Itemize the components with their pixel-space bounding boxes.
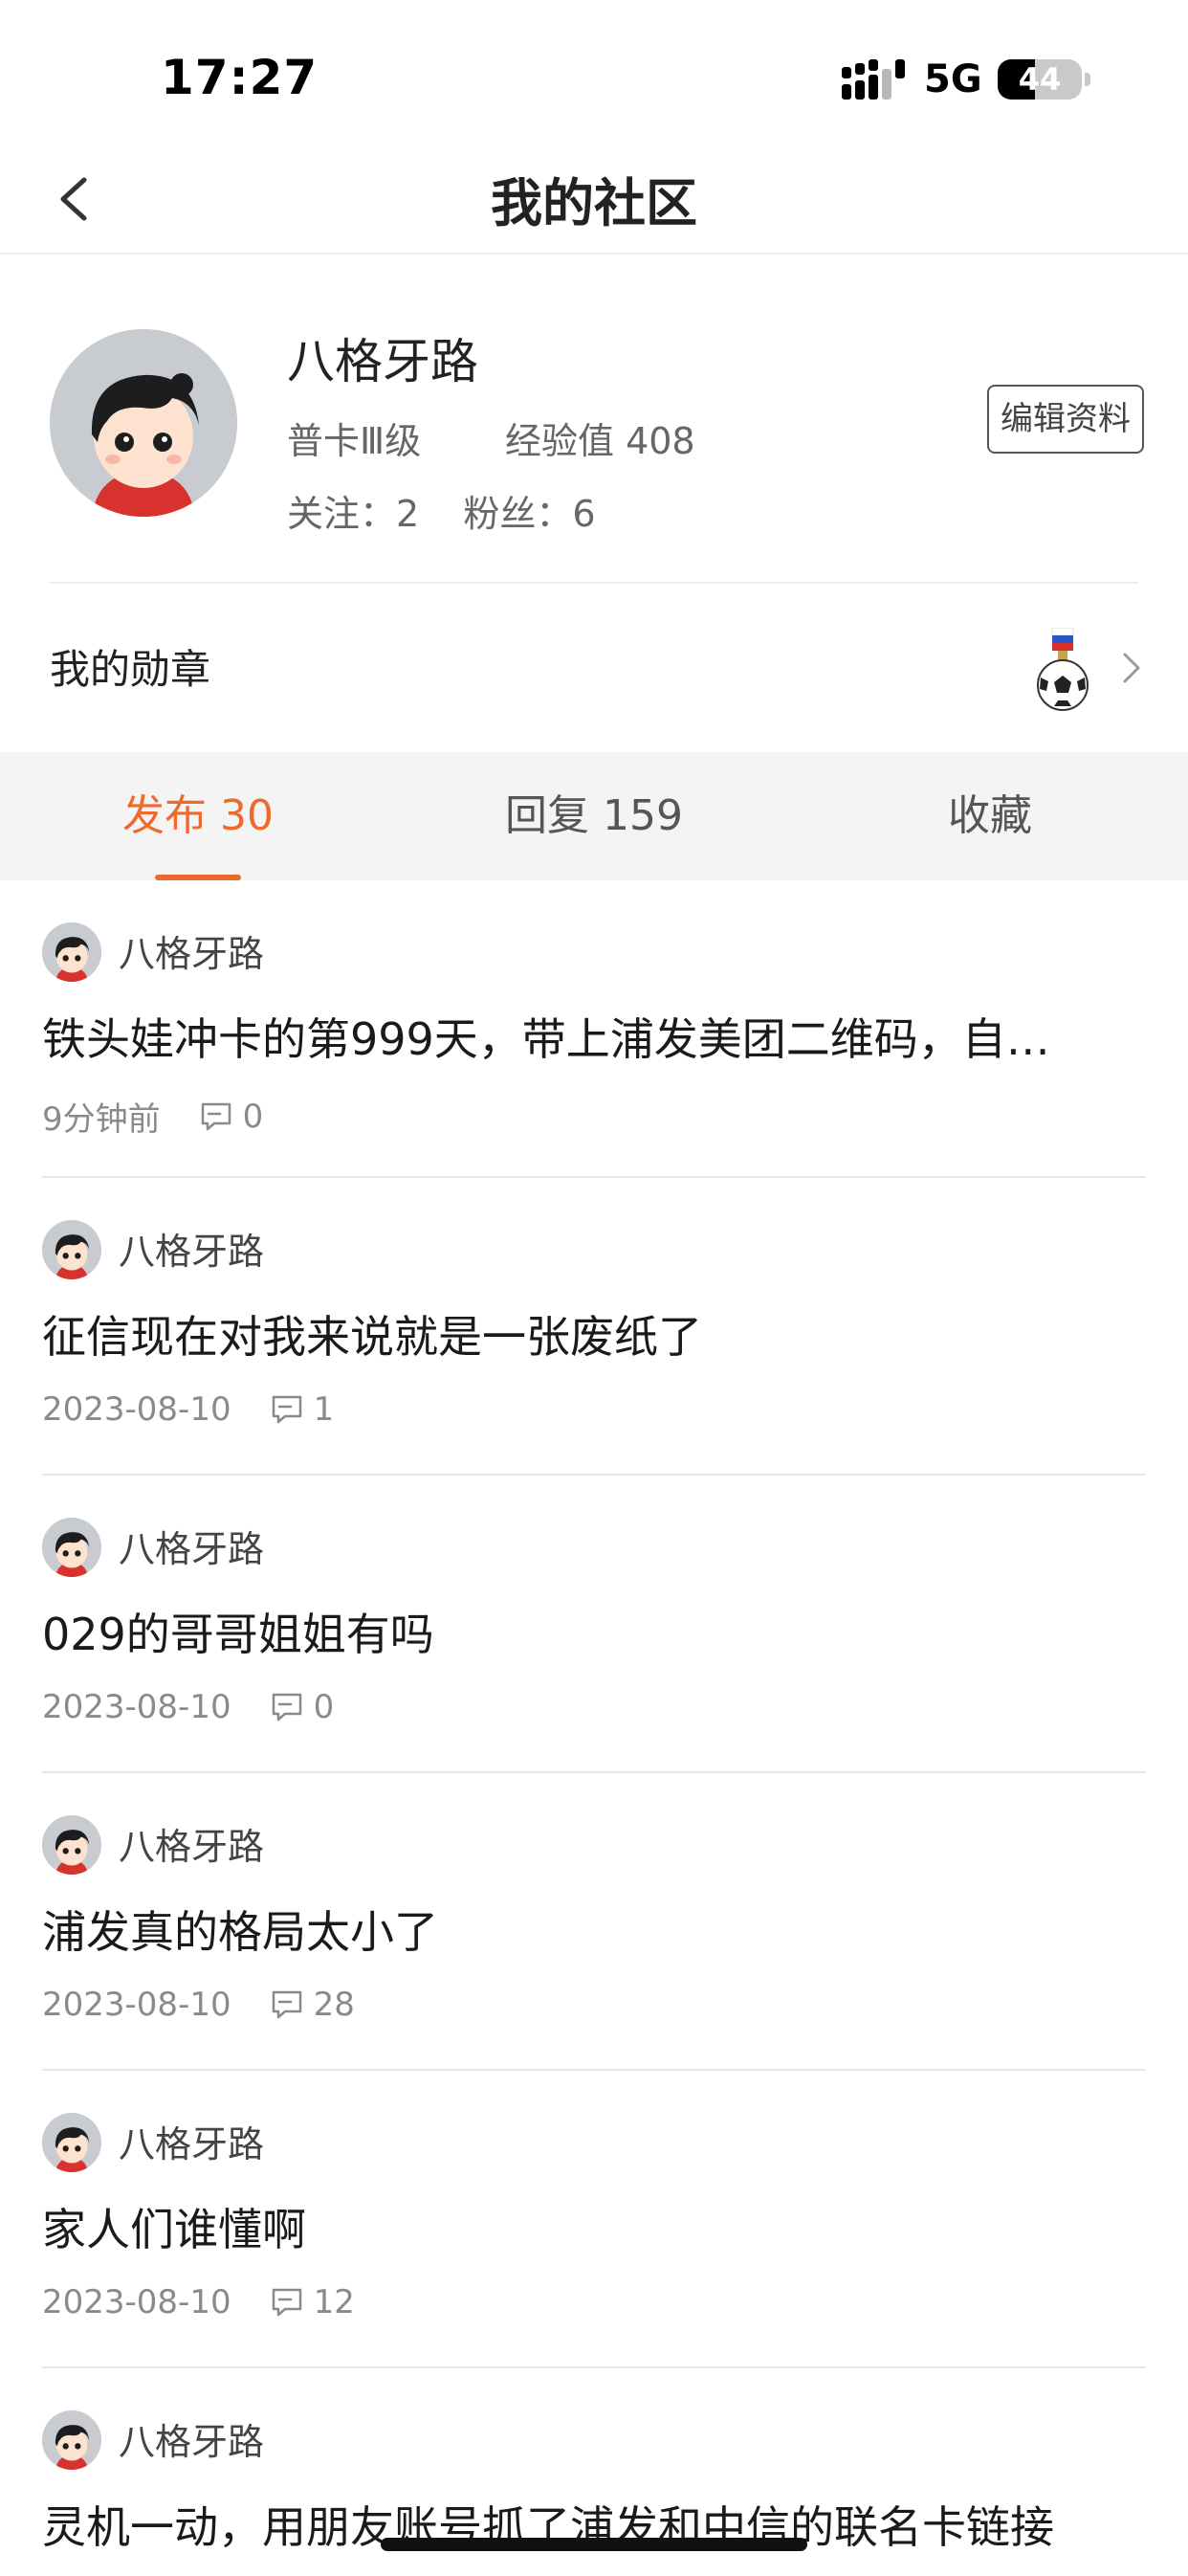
page-title: 我的社区 bbox=[491, 173, 697, 233]
list-item[interactable]: 八格牙路家人们谁懂啊 2023-08-10 12 bbox=[0, 2071, 1188, 2368]
avatar[interactable] bbox=[50, 329, 237, 517]
post-title[interactable]: 征信现在对我来说就是一张废纸了 bbox=[42, 1302, 1142, 1366]
status-bar: 17:27 5G 44 bbox=[0, 0, 1188, 144]
post-time: 2023-08-10 bbox=[42, 2283, 231, 2321]
avatar[interactable] bbox=[42, 1220, 101, 1279]
comment-icon bbox=[201, 1102, 231, 1130]
tab-bar: 发布 30 回复 159 收藏 bbox=[0, 752, 1188, 880]
post-title[interactable]: 家人们谁懂啊 bbox=[42, 2195, 1142, 2258]
avatar-face-icon bbox=[50, 329, 237, 517]
comment-count: 12 bbox=[313, 2283, 355, 2321]
battery-icon: 44 bbox=[998, 59, 1082, 100]
post-meta: 2023-08-10 1 bbox=[42, 1390, 334, 1429]
battery-percent: 44 bbox=[1018, 61, 1062, 98]
avatar-face-icon bbox=[42, 1518, 101, 1577]
post-author: 八格牙路 bbox=[119, 933, 265, 975]
post-author: 八格牙路 bbox=[119, 2123, 265, 2165]
avatar-face-icon bbox=[42, 1815, 101, 1875]
network-label: 5G bbox=[924, 57, 982, 101]
avatar[interactable] bbox=[42, 2410, 101, 2470]
list-item[interactable]: 八格牙路铁头娃冲卡的第999天，带上浦发美团二维码，自… 9分钟前 0 bbox=[0, 880, 1188, 1178]
profile-level: 普卡Ⅲ级 bbox=[287, 420, 422, 462]
tab-1[interactable]: 回复 159 bbox=[396, 752, 792, 880]
profile-name: 八格牙路 bbox=[287, 334, 478, 389]
comment-count: 1 bbox=[313, 1390, 335, 1429]
post-time: 2023-08-10 bbox=[42, 1390, 231, 1429]
comment-count: 0 bbox=[242, 1097, 264, 1136]
avatar[interactable] bbox=[42, 2113, 101, 2172]
profile-card: 八格牙路 普卡Ⅲ级 经验值 408 关注：2 粉丝：6 编辑资料 bbox=[0, 256, 1188, 584]
comment-count: 28 bbox=[313, 1986, 355, 2024]
post-title[interactable]: 浦发真的格局太小了 bbox=[42, 1898, 1142, 1961]
list-item[interactable]: 八格牙路征信现在对我来说就是一张废纸了 2023-08-10 1 bbox=[0, 1178, 1188, 1476]
avatar[interactable] bbox=[42, 1518, 101, 1577]
medals-label: 我的勋章 bbox=[50, 646, 211, 693]
post-author: 八格牙路 bbox=[119, 1528, 265, 1570]
post-list: 八格牙路 铁头娃冲卡的第999天，带上浦发美团二维码，自… 9分钟前 0 八格牙路 征信… bbox=[0, 880, 1188, 2576]
avatar[interactable] bbox=[42, 1815, 101, 1875]
post-time: 2023-08-10 bbox=[42, 1688, 231, 1726]
following-count[interactable]: 关注：2 bbox=[287, 484, 419, 537]
post-meta: 2023-08-10 28 bbox=[42, 1986, 355, 2024]
profile-experience: 经验值 408 bbox=[505, 420, 695, 462]
post-time: 9分钟前 bbox=[42, 1100, 161, 1139]
list-item[interactable]: 八格牙路 029的哥哥姐姐有吗 2023-08-10 0 bbox=[0, 1476, 1188, 1773]
post-title[interactable]: 铁头娃冲卡的第999天，带上浦发美团二维码，自… bbox=[42, 1005, 1142, 1068]
comment-icon bbox=[272, 2288, 301, 2317]
post-time: 2023-08-10 bbox=[42, 1986, 231, 2024]
avatar-face-icon bbox=[42, 1220, 101, 1279]
home-indicator[interactable] bbox=[381, 2538, 807, 2551]
medal-icon bbox=[1037, 628, 1089, 711]
list-item[interactable]: 八格牙路浦发真的格局太小了 2023-08-10 28 bbox=[0, 1773, 1188, 2071]
post-meta: 2023-08-10 12 bbox=[42, 2283, 355, 2321]
tab-label: 回复 159 bbox=[505, 791, 683, 840]
tab-2[interactable]: 收藏 bbox=[792, 752, 1188, 880]
post-author: 八格牙路 bbox=[119, 1231, 265, 1273]
tab-label: 收藏 bbox=[948, 791, 1032, 840]
nav-bar: 我的社区 bbox=[0, 144, 1188, 255]
post-meta: 9分钟前 0 bbox=[42, 1093, 263, 1140]
tab-0[interactable]: 发布 30 bbox=[0, 752, 396, 880]
post-author: 八格牙路 bbox=[119, 1826, 265, 1868]
status-time: 17:27 bbox=[161, 50, 319, 105]
comment-icon bbox=[272, 1990, 301, 2019]
post-title[interactable]: 029的哥哥姐姐有吗 bbox=[42, 1600, 1142, 1663]
comment-count: 0 bbox=[313, 1688, 335, 1726]
followers-count[interactable]: 粉丝：6 bbox=[463, 484, 595, 537]
follow-stats: 关注：2 粉丝：6 bbox=[287, 484, 596, 537]
battery-cap bbox=[1085, 73, 1090, 86]
post-meta: 2023-08-10 0 bbox=[42, 1688, 334, 1726]
avatar[interactable] bbox=[42, 922, 101, 982]
chevron-right-icon bbox=[1123, 653, 1140, 683]
edit-profile-button[interactable]: 编辑资料 bbox=[987, 385, 1144, 454]
avatar-face-icon bbox=[42, 922, 101, 982]
signal-icon bbox=[842, 59, 905, 100]
avatar-face-icon bbox=[42, 2410, 101, 2470]
avatar-face-icon bbox=[42, 2113, 101, 2172]
medals-row[interactable]: 我的勋章 bbox=[0, 584, 1188, 750]
comment-icon bbox=[272, 1693, 301, 1721]
tab-label: 发布 30 bbox=[122, 791, 274, 840]
post-author: 八格牙路 bbox=[119, 2421, 265, 2463]
comment-icon bbox=[272, 1395, 301, 1424]
